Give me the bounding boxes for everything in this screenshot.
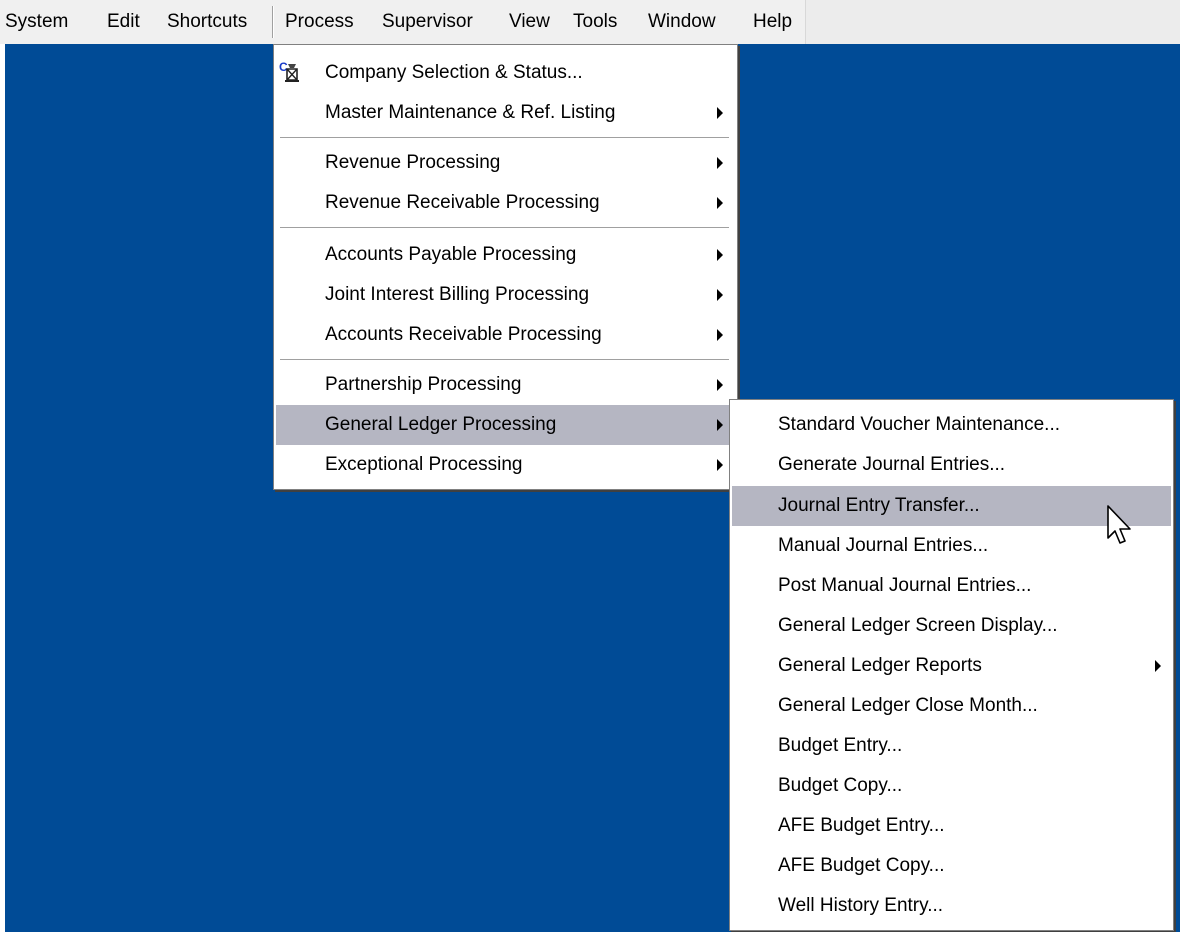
submenu-arrow-icon xyxy=(717,197,723,209)
menu-help[interactable]: Help xyxy=(749,0,796,44)
menu-item-revenue-processing[interactable]: Revenue Processing xyxy=(276,143,735,183)
submenu-arrow-icon xyxy=(717,249,723,261)
menu-item-budget-entry[interactable]: Budget Entry... xyxy=(732,726,1171,766)
menu-item-partnership-processing[interactable]: Partnership Processing xyxy=(276,365,735,405)
menubar-empty-area xyxy=(805,0,1180,44)
menu-item-revenue-receivable[interactable]: Revenue Receivable Processing xyxy=(276,183,735,223)
menu-item-afe-budget-copy[interactable]: AFE Budget Copy... xyxy=(732,846,1171,886)
menu-item-budget-copy[interactable]: Budget Copy... xyxy=(732,766,1171,806)
menu-item-well-history-entry[interactable]: Well History Entry... xyxy=(732,886,1171,926)
menu-item-gl-screen-display[interactable]: General Ledger Screen Display... xyxy=(732,606,1171,646)
menu-item-afe-budget-entry[interactable]: AFE Budget Entry... xyxy=(732,806,1171,846)
company-status-icon: C xyxy=(279,60,299,82)
menu-separator xyxy=(280,359,729,361)
menu-item-standard-voucher[interactable]: Standard Voucher Maintenance... xyxy=(732,405,1171,445)
menu-supervisor[interactable]: Supervisor xyxy=(378,0,477,44)
submenu-arrow-icon xyxy=(717,379,723,391)
menu-item-generate-journal-entries[interactable]: Generate Journal Entries... xyxy=(732,445,1171,485)
menu-edit[interactable]: Edit xyxy=(103,0,144,44)
menu-item-company-selection[interactable]: C Company Selection & Status... xyxy=(276,53,735,93)
menu-process[interactable]: Process xyxy=(281,0,358,44)
menu-item-journal-entry-transfer[interactable]: Journal Entry Transfer... xyxy=(732,486,1171,526)
menu-item-manual-journal-entries[interactable]: Manual Journal Entries... xyxy=(732,526,1171,566)
menu-shortcuts[interactable]: Shortcuts xyxy=(163,0,251,44)
submenu-arrow-icon xyxy=(717,329,723,341)
menu-item-accounts-payable[interactable]: Accounts Payable Processing xyxy=(276,235,735,275)
submenu-arrow-icon xyxy=(717,419,723,431)
submenu-arrow-icon xyxy=(717,107,723,119)
menu-item-exceptional-processing[interactable]: Exceptional Processing xyxy=(276,445,735,485)
menu-item-gl-reports[interactable]: General Ledger Reports xyxy=(732,646,1171,686)
submenu-arrow-icon xyxy=(1155,660,1161,672)
menu-system[interactable]: System xyxy=(1,0,72,44)
mouse-pointer-icon xyxy=(1107,505,1131,544)
menu-item-accounts-receivable[interactable]: Accounts Receivable Processing xyxy=(276,315,735,355)
menu-window[interactable]: Window xyxy=(644,0,720,44)
menu-item-gl-close-month[interactable]: General Ledger Close Month... xyxy=(732,686,1171,726)
menu-item-master-maintenance[interactable]: Master Maintenance & Ref. Listing xyxy=(276,93,735,133)
process-menu: C Company Selection & Status... Master M… xyxy=(273,44,738,490)
submenu-arrow-icon xyxy=(717,289,723,301)
menu-separator xyxy=(280,137,729,139)
menu-item-joint-interest-billing[interactable]: Joint Interest Billing Processing xyxy=(276,275,735,315)
menu-separator xyxy=(280,227,729,229)
submenu-arrow-icon xyxy=(717,459,723,471)
submenu-arrow-icon xyxy=(717,157,723,169)
menu-bar: System Edit Shortcuts Process Supervisor… xyxy=(0,0,1180,44)
general-ledger-submenu: Standard Voucher Maintenance... Generate… xyxy=(729,399,1174,931)
menubar-divider xyxy=(272,6,274,38)
menu-view[interactable]: View xyxy=(505,0,554,44)
menu-tools[interactable]: Tools xyxy=(569,0,621,44)
menu-item-post-manual-journal-entries[interactable]: Post Manual Journal Entries... xyxy=(732,566,1171,606)
menu-item-general-ledger-processing[interactable]: General Ledger Processing xyxy=(276,405,735,445)
